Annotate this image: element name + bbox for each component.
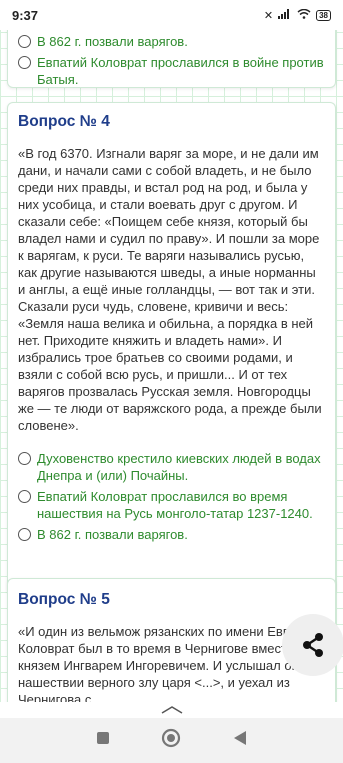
- signal-icon: [278, 8, 292, 22]
- wifi-icon: [297, 8, 311, 22]
- circle-icon: [162, 728, 181, 748]
- answer-option[interactable]: Духовенство крестило киевских людей в во…: [18, 450, 325, 484]
- chevron-up-icon: [161, 706, 182, 714]
- collapse-bar[interactable]: [0, 702, 343, 718]
- answer-option[interactable]: В 862 г. позвали варягов.: [18, 526, 325, 543]
- battery-icon: 38: [316, 9, 331, 21]
- share-button[interactable]: [282, 614, 343, 676]
- home-button[interactable]: [161, 728, 181, 753]
- prev-question-card: В 862 г. позвали варягов. Евпатий Коловр…: [7, 30, 336, 88]
- answer-option[interactable]: Евпатий Коловрат прославился во время на…: [18, 488, 325, 522]
- square-icon: [96, 732, 109, 744]
- radio-button[interactable]: [18, 35, 31, 48]
- recents-button[interactable]: [96, 731, 110, 750]
- option-label: Евпатий Коловрат прославился во время на…: [37, 489, 313, 521]
- option-label: Евпатий Коловрат прославился в войне про…: [37, 55, 324, 87]
- question-text: «И один из вельмож рязанских по имени Ев…: [18, 624, 318, 702]
- radio-button[interactable]: [18, 452, 31, 465]
- status-bar: 9:37 ✕ 38: [0, 0, 343, 30]
- question-title: Вопрос № 5: [18, 591, 110, 608]
- answer-option[interactable]: В 862 г. позвали варягов.: [18, 33, 325, 50]
- question-card-4: Вопрос № 4 «В год 6370. Изгнали варяг за…: [7, 102, 336, 594]
- triangle-back-icon: [234, 731, 247, 745]
- answer-option[interactable]: Евпатий Коловрат прославился в войне про…: [18, 54, 325, 88]
- status-time: 9:37: [12, 7, 39, 23]
- radio-button[interactable]: [18, 56, 31, 69]
- question-text: «В год 6370. Изгнали варяг за море, и не…: [18, 146, 322, 433]
- back-button[interactable]: [233, 730, 247, 751]
- content-scroll[interactable]: В 862 г. позвали варягов. Евпатий Коловр…: [0, 30, 343, 702]
- mute-icon: ✕: [263, 9, 274, 22]
- radio-button[interactable]: [18, 528, 31, 541]
- question-title: Вопрос № 4: [18, 113, 110, 130]
- option-label: Духовенство крестило киевских людей в во…: [37, 451, 321, 483]
- option-label: В 862 г. позвали варягов.: [37, 527, 188, 542]
- status-icons: ✕ 38: [263, 8, 331, 22]
- system-nav-bar: [0, 718, 343, 763]
- option-label: В 862 г. позвали варягов.: [37, 34, 188, 49]
- radio-button[interactable]: [18, 490, 31, 503]
- share-icon: [303, 633, 323, 657]
